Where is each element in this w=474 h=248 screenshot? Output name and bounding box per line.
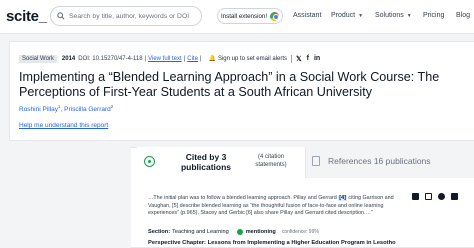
confidence-value: confidence: 99% (281, 229, 319, 235)
view-full-text-link[interactable]: View full text (148, 56, 182, 62)
citation-snippet: …The initial plan was to follow a blende… (148, 195, 398, 218)
divider (291, 54, 292, 63)
references-label: References 16 publications (328, 156, 431, 166)
copy-icon[interactable] (425, 193, 432, 200)
nav-pricing-label: Pricing (423, 12, 445, 19)
nav-solutions-label: Solutions (375, 12, 404, 19)
search-box[interactable] (50, 6, 202, 26)
citation-statements-count: (4 citation statements) (255, 154, 287, 168)
doi-text: DOI: 10.15270/47-4-118 (78, 55, 143, 62)
help-understand-report-link[interactable]: Help me understand this report (19, 122, 108, 129)
share-icon[interactable] (412, 193, 419, 200)
mentioning-icon (236, 229, 243, 235)
twitter-icon[interactable] (438, 193, 445, 200)
separator: | (144, 55, 147, 62)
search-input[interactable] (69, 12, 199, 20)
nav-blog[interactable]: Blog (456, 12, 470, 19)
citing-publication-title[interactable]: Perspective Chapter: Lessons from Implem… (148, 240, 396, 246)
snippet-text: …The initial plan was to follow a blende… (148, 195, 337, 201)
section-label: Section: (148, 229, 171, 235)
filter-sidebar (9, 147, 131, 248)
nav-assistant[interactable]: Assistant (293, 12, 321, 19)
document-icon (312, 156, 320, 166)
chevron-down-icon: ▼ (358, 12, 364, 19)
twitter-share-icon[interactable]: 𝕏 (296, 55, 302, 63)
citation-statement-icon (144, 156, 155, 167)
chrome-icon (270, 11, 280, 21)
author-link[interactable]: Priscilla Gerrard (64, 106, 111, 113)
scite-logo[interactable]: scite_ (6, 8, 47, 25)
paper-meta-row: Social Work 2014 DOI: 10.15270/47-4-118 … (19, 53, 325, 64)
chevron-down-icon: ▼ (406, 12, 412, 19)
publication-year: 2014 (61, 55, 76, 62)
paper-title: Implementing a “Blended Learning Approac… (19, 70, 440, 99)
mentioning-label: mentioning (245, 229, 276, 235)
cite-link[interactable]: Cite (187, 56, 198, 62)
install-extension-button[interactable]: Install extension! (217, 8, 283, 24)
nav-product-label: Product (331, 12, 356, 19)
top-navigation-bar: scite_ Install extension! Assistant Prod… (0, 0, 474, 34)
nav-assistant-label: Assistant (293, 12, 322, 19)
install-extension-label: Install extension! (220, 12, 268, 20)
author-list: Roshini Pillay1, Priscilla Gerrard2 (19, 104, 113, 113)
email-alerts-link[interactable]: Sign up to set email alerts (218, 56, 287, 62)
bookmark-icon[interactable] (451, 193, 458, 200)
nav-solutions[interactable]: Solutions ▼ (375, 12, 412, 19)
author-link[interactable]: Roshini Pillay (19, 106, 58, 113)
cited-by-label: Cited by 3 publications (180, 152, 232, 172)
highlighted-reference[interactable]: [4] (338, 195, 347, 201)
section-value: Teaching and Learning (172, 229, 229, 235)
bell-icon: 🔔 (208, 56, 216, 62)
nav-product[interactable]: Product ▼ (331, 12, 363, 19)
nav-blog-label: Blog (456, 12, 471, 19)
search-icon (57, 7, 65, 25)
facebook-share-icon[interactable]: f (307, 55, 309, 62)
nav-pricing[interactable]: Pricing (423, 12, 444, 19)
linkedin-share-icon[interactable]: in (314, 55, 320, 62)
separator: | (183, 55, 186, 62)
snippet-actions (412, 193, 458, 200)
author-affiliation-number: 2 (110, 104, 114, 109)
separator: | (199, 55, 202, 62)
citation-section-info: Section: Teaching and Learning mentionin… (148, 229, 319, 235)
category-badge[interactable]: Social Work (19, 54, 57, 63)
